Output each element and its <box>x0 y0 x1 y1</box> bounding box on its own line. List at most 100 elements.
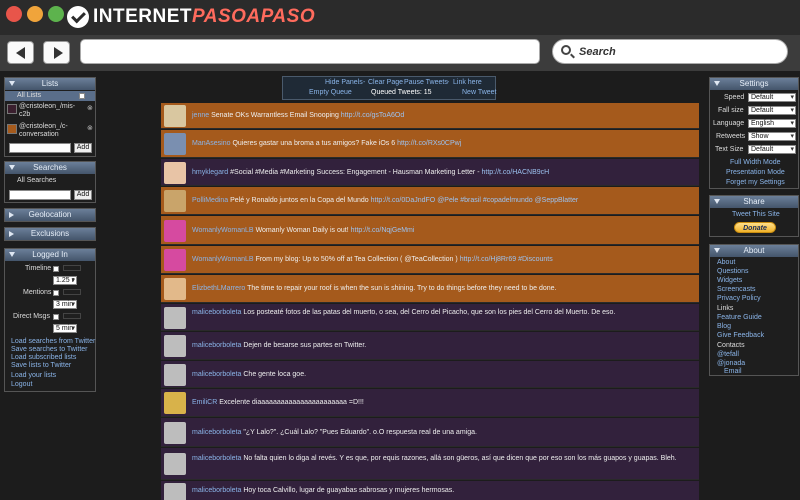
load-searches-link[interactable]: Load searches from Twitter <box>11 338 95 345</box>
remove-list-icon[interactable]: ⊗ <box>87 104 93 112</box>
about-header[interactable]: About <box>710 245 798 257</box>
tweet-avatar[interactable] <box>164 162 186 184</box>
tweet-avatar[interactable] <box>164 249 186 271</box>
tweet-row[interactable]: ManAsesino Quieres gastar una broma a tu… <box>161 130 699 158</box>
tweet-hashtags[interactable]: @Pele #brasil #copadelmundo @SeppBlatter <box>437 197 578 204</box>
back-button[interactable] <box>7 41 34 64</box>
add-list-button[interactable]: Add <box>74 143 92 153</box>
tweet-row[interactable]: jenne Senate OKs Warrantless Email Snoop… <box>161 103 699 129</box>
list-item[interactable]: @cristoleon_/mis-c2b <box>19 103 75 119</box>
tweet-username-link[interactable]: WomanlyWomanLB <box>192 256 254 263</box>
tweet-avatar[interactable] <box>164 190 186 212</box>
forget-settings-link[interactable]: Forget my Settings <box>726 179 785 186</box>
remove-list-icon[interactable]: ⊗ <box>87 124 93 132</box>
about-link[interactable]: About <box>717 259 735 266</box>
tweet-username-link[interactable]: EmiliCR <box>192 399 217 406</box>
all-searches-label[interactable]: All Searches <box>17 177 56 184</box>
add-search-button[interactable]: Add <box>74 190 92 200</box>
tweet-row[interactable]: WomanlyWomanLB From my blog: Up to 50% o… <box>161 246 699 274</box>
share-header[interactable]: Share <box>710 196 798 208</box>
empty-queue-link[interactable]: Empty Queue <box>309 89 352 96</box>
tweet-avatar[interactable] <box>164 422 186 444</box>
minimize-window-button[interactable] <box>27 6 43 22</box>
tweet-row[interactable]: maliceborboleta Che gente loca goe. <box>161 361 699 388</box>
tweet-link[interactable]: http://t.co/NqjGeMmi <box>351 227 415 234</box>
list-item[interactable]: @cristoleon_/c-conversation <box>19 123 68 139</box>
tweet-row[interactable]: ElizbethLMarrero The time to repair your… <box>161 275 699 303</box>
tweet-username-link[interactable]: ManAsesino <box>192 140 231 147</box>
clear-page-link[interactable]: Clear Page <box>368 79 403 86</box>
timeline-checkbox[interactable] <box>53 266 59 272</box>
maximize-window-button[interactable] <box>48 6 64 22</box>
tweet-row[interactable]: PolliMedina Pelé y Ronaldo juntos en la … <box>161 187 699 215</box>
tweet-link[interactable]: http://t.co/gsToA6Od <box>341 112 404 119</box>
exclusions-header[interactable]: Exclusions <box>5 228 95 240</box>
tweet-hashtags[interactable]: #Discounts <box>518 256 553 263</box>
list-color-swatch[interactable] <box>7 104 17 114</box>
load-subscribed-lists-link[interactable]: Load subscribed lists <box>11 354 76 361</box>
tweet-row[interactable]: WomanlyWomanLB Womanly Woman Daily is ou… <box>161 216 699 245</box>
lists-header[interactable]: Lists <box>5 78 95 90</box>
logged-in-header[interactable]: Logged In <box>5 249 95 261</box>
speed-select[interactable]: Default <box>748 93 796 102</box>
tweet-avatar[interactable] <box>164 335 186 357</box>
tweet-row[interactable]: maliceborboleta Los posteaté fotos de la… <box>161 304 699 331</box>
all-lists-checkbox[interactable] <box>79 93 85 99</box>
tweet-username-link[interactable]: maliceborboleta <box>192 371 241 378</box>
tweet-username-link[interactable]: PolliMedina <box>192 197 228 204</box>
tweet-username-link[interactable]: maliceborboleta <box>192 429 241 436</box>
geolocation-header[interactable]: Geolocation <box>5 209 95 221</box>
save-searches-link[interactable]: Save searches to Twitter <box>11 346 88 353</box>
tweet-row[interactable]: maliceborboleta Hoy toca Calvillo, lugar… <box>161 481 699 500</box>
settings-header[interactable]: Settings <box>710 78 798 90</box>
text-size-select[interactable]: Default <box>748 145 796 154</box>
tweet-link[interactable]: http://t.co/HACNB9cH <box>482 169 550 176</box>
presentation-mode-link[interactable]: Presentation Mode <box>726 169 785 176</box>
mentions-color-swatch[interactable] <box>63 289 81 295</box>
tweet-row[interactable]: EmiliCR Excelente diaaaaaaaaaaaaaaaaaaaa… <box>161 389 699 417</box>
mentions-checkbox[interactable] <box>53 290 59 296</box>
language-select[interactable]: English <box>748 119 796 128</box>
tweet-avatar[interactable] <box>164 483 186 500</box>
tweet-link[interactable]: http://t.co/RXs0CPwj <box>397 140 461 147</box>
tweet-link[interactable]: http://t.co/0DaJndFO <box>371 197 436 204</box>
donate-button[interactable]: Donate <box>734 222 776 233</box>
close-window-button[interactable] <box>6 6 22 22</box>
tweet-avatar[interactable] <box>164 278 186 300</box>
tweet-avatar[interactable] <box>164 453 186 475</box>
add-search-input[interactable] <box>9 190 71 200</box>
tweet-username-link[interactable]: maliceborboleta <box>192 342 241 349</box>
search-input[interactable]: Search <box>552 39 788 64</box>
mentions-interval-select[interactable]: 3 min <box>53 300 77 309</box>
new-tweet-link[interactable]: New Tweet <box>462 89 497 96</box>
tweet-avatar[interactable] <box>164 220 186 242</box>
screencasts-link[interactable]: Screencasts <box>717 286 756 293</box>
tweet-avatar[interactable] <box>164 392 186 414</box>
retweets-select[interactable]: Show <box>748 132 796 141</box>
tweet-link[interactable]: http://t.co/Hj8Rr69 <box>460 256 516 263</box>
contact-jonada-link[interactable]: @jonada <box>717 360 745 367</box>
logout-link[interactable]: Logout <box>11 381 32 388</box>
link-here-link[interactable]: Link here <box>453 79 482 86</box>
tweet-username-link[interactable]: maliceborboleta <box>192 487 241 494</box>
tweet-username-link[interactable]: hmyklegard <box>192 169 228 176</box>
timeline-color-swatch[interactable] <box>63 265 81 271</box>
tweet-row[interactable]: maliceborboleta "¿Y Lalo?". ¿Cuál Lalo? … <box>161 418 699 447</box>
contact-tefall-link[interactable]: @tefall <box>717 351 739 358</box>
address-bar[interactable] <box>80 39 540 64</box>
privacy-policy-link[interactable]: Privacy Policy <box>717 295 761 302</box>
tweet-username-link[interactable]: maliceborboleta <box>192 309 241 316</box>
tweet-this-site-link[interactable]: Tweet This Site <box>732 211 780 218</box>
forward-button[interactable] <box>43 41 70 64</box>
tweet-row[interactable]: maliceborboleta Dejen de besarse sus par… <box>161 332 699 360</box>
tweet-username-link[interactable]: jenne <box>192 112 209 119</box>
widgets-link[interactable]: Widgets <box>717 277 742 284</box>
tweet-username-link[interactable]: WomanlyWomanLB <box>192 227 254 234</box>
direct-msgs-color-swatch[interactable] <box>63 313 81 319</box>
hide-panels-link[interactable]: Hide Panels <box>325 79 363 86</box>
pause-tweets-link[interactable]: Pause Tweets <box>404 79 448 86</box>
give-feedback-link[interactable]: Give Feedback <box>717 332 764 339</box>
blog-link[interactable]: Blog <box>717 323 731 330</box>
full-width-mode-link[interactable]: Full Width Mode <box>730 159 781 166</box>
direct-msgs-checkbox[interactable] <box>53 314 59 320</box>
